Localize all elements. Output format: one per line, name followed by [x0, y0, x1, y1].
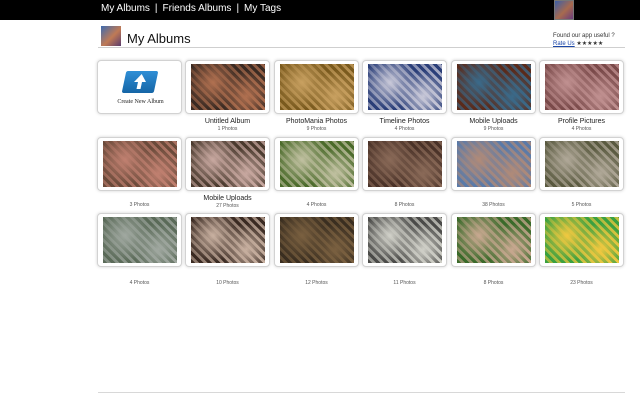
album-name[interactable]: Untitled Album	[185, 118, 270, 125]
album-thumbnail	[368, 217, 442, 263]
album-thumbnail	[191, 64, 265, 110]
album-thumbnail	[545, 141, 619, 187]
album-thumbnail	[280, 217, 354, 263]
album-photo-count: 38 Photos	[482, 202, 505, 208]
promo-text: Found our app useful ?	[553, 33, 615, 39]
album-card[interactable]	[362, 213, 447, 267]
album-thumbnail	[545, 217, 619, 263]
album-photo-count: 23 Photos	[570, 280, 593, 286]
album-thumbnail	[368, 141, 442, 187]
album-photo-count: 4 Photos	[306, 202, 327, 208]
album-card[interactable]	[362, 60, 447, 114]
album-photo-count: 1 Photos	[217, 126, 238, 132]
create-album-button[interactable]: Create New Album	[97, 60, 182, 114]
album-card[interactable]	[274, 213, 359, 267]
create-album-label: Create New Album	[117, 99, 164, 105]
album-name[interactable]: Mobile Uploads	[185, 195, 270, 202]
album-card[interactable]	[451, 60, 536, 114]
album-photo-count: 10 Photos	[216, 280, 239, 286]
album-photo-count: 4 Photos	[394, 126, 415, 132]
album-card[interactable]	[451, 213, 536, 267]
album-photo-count: 4 Photos	[571, 126, 592, 132]
album-thumbnail	[368, 64, 442, 110]
nav-my-tags[interactable]: My Tags	[244, 3, 281, 14]
album-photo-count: 8 Photos	[394, 202, 415, 208]
album-thumbnail	[280, 64, 354, 110]
album-thumbnail	[191, 141, 265, 187]
nav-separator: |	[154, 3, 158, 14]
album-name[interactable]: Mobile Uploads	[451, 118, 536, 125]
album-name[interactable]: PhotoMania Photos	[274, 118, 359, 125]
album-card[interactable]	[539, 60, 624, 114]
album-card[interactable]	[97, 137, 182, 191]
user-avatar	[101, 26, 121, 46]
user-avatar-top[interactable]	[554, 0, 574, 20]
album-thumbnail	[103, 141, 177, 187]
album-thumbnail	[103, 217, 177, 263]
album-card[interactable]	[274, 137, 359, 191]
top-navigation-bar: My Albums | Friends Albums | My Tags	[0, 0, 640, 20]
album-card[interactable]	[97, 213, 182, 267]
album-card[interactable]	[274, 60, 359, 114]
footer-divider	[98, 392, 625, 393]
header-divider	[98, 47, 625, 48]
album-photo-count: 27 Photos	[216, 203, 239, 209]
album-photo-count: 4 Photos	[129, 280, 150, 286]
album-card[interactable]	[185, 213, 270, 267]
album-name[interactable]: Profile Pictures	[539, 118, 624, 125]
album-photo-count: 12 Photos	[305, 280, 328, 286]
album-photo-count: 3 Photos	[129, 202, 150, 208]
album-photo-count: 9 Photos	[483, 126, 504, 132]
album-photo-count: 5 Photos	[571, 202, 592, 208]
page-title: My Albums	[127, 31, 191, 46]
album-thumbnail	[191, 217, 265, 263]
rate-promo: Found our app useful ? Rate Us ★★★★★	[553, 32, 615, 48]
nav-separator: |	[236, 3, 240, 14]
album-card[interactable]	[185, 137, 270, 191]
album-photo-count: 8 Photos	[483, 280, 504, 286]
album-card[interactable]	[185, 60, 270, 114]
album-thumbnail	[280, 141, 354, 187]
nav-friends-albums[interactable]: Friends Albums	[163, 3, 232, 14]
album-name[interactable]: Timeline Photos	[362, 118, 447, 125]
album-card[interactable]	[539, 213, 624, 267]
album-thumbnail	[457, 217, 531, 263]
album-thumbnail	[457, 64, 531, 110]
album-thumbnail	[457, 141, 531, 187]
album-photo-count: 9 Photos	[306, 126, 327, 132]
album-card[interactable]	[451, 137, 536, 191]
album-card[interactable]	[362, 137, 447, 191]
album-thumbnail	[545, 64, 619, 110]
upload-arrow-icon	[121, 71, 159, 93]
nav-my-albums[interactable]: My Albums	[101, 3, 150, 14]
album-card[interactable]	[539, 137, 624, 191]
album-photo-count: 11 Photos	[393, 280, 416, 286]
main-nav: My Albums | Friends Albums | My Tags	[101, 3, 281, 14]
